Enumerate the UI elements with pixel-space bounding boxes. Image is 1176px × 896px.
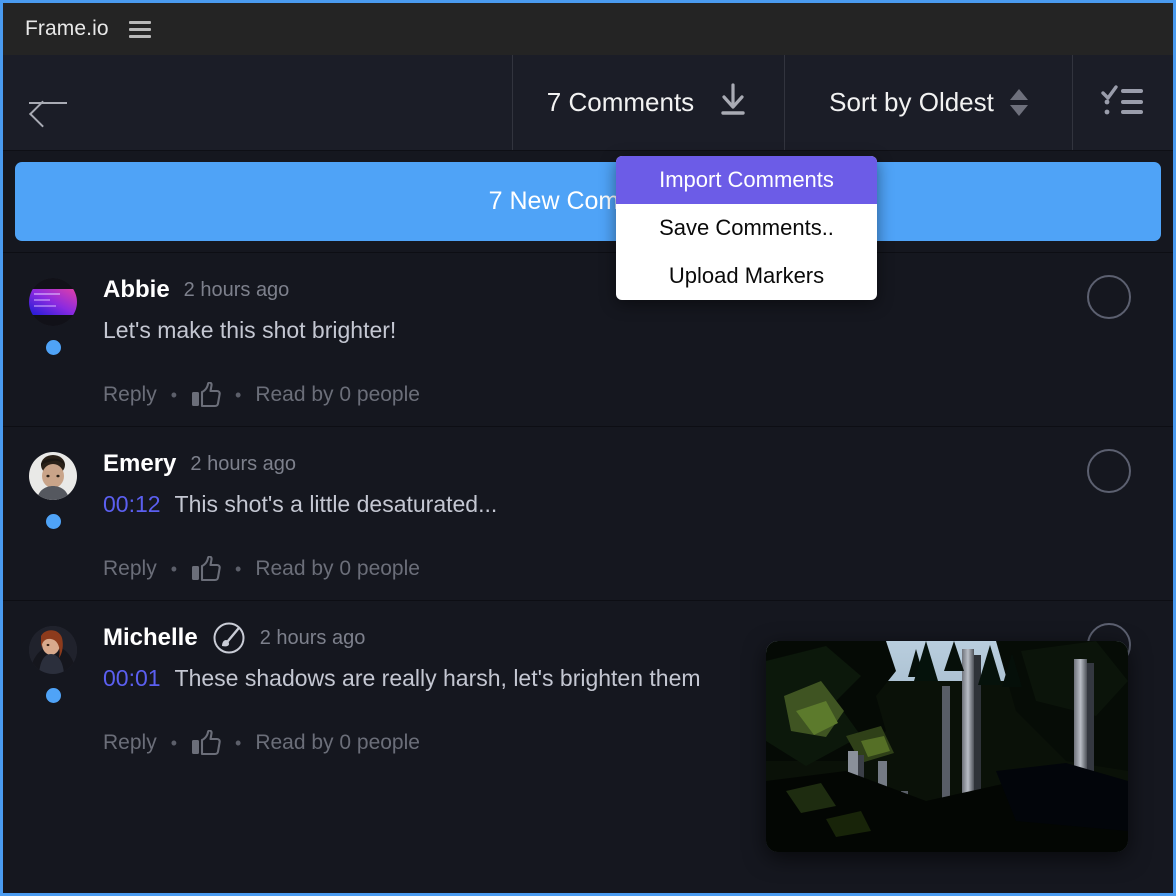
- read-by-label: Read by 0 people: [255, 383, 420, 406]
- comment-gutter: [3, 623, 103, 756]
- hamburger-icon[interactable]: [128, 20, 151, 38]
- comments-toolbar: 7 Comments Sort by Oldest: [3, 55, 1173, 151]
- thumbs-up-icon[interactable]: [191, 382, 221, 408]
- avatar[interactable]: [29, 278, 77, 326]
- avatar[interactable]: [29, 626, 77, 674]
- action-separator: •: [170, 732, 178, 753]
- action-separator-2: •: [235, 732, 242, 753]
- chevron-updown-icon[interactable]: [1009, 89, 1028, 116]
- comment-author: Abbie: [103, 276, 170, 303]
- sort-label: Sort by Oldest: [829, 87, 994, 117]
- sort-control[interactable]: Sort by Oldest: [785, 55, 1073, 150]
- comment-text-line: 00:12 This shot's a little desaturated..…: [103, 491, 1063, 518]
- comments-count-group: 7 Comments: [513, 55, 785, 150]
- title-bar: Frame.io: [3, 3, 1173, 55]
- comment-checkbox[interactable]: [1087, 275, 1131, 319]
- comments-count-label: 7 Comments: [546, 87, 695, 117]
- back-button[interactable]: [3, 55, 95, 150]
- avatar[interactable]: [29, 452, 77, 500]
- action-separator: •: [170, 558, 178, 579]
- comment-author: Emery: [103, 450, 177, 477]
- checklist-button[interactable]: [1073, 55, 1173, 150]
- comment-timecode[interactable]: 00:12: [103, 491, 161, 517]
- comment-item: Emery 2 hours ago 00:12 This shot's a li…: [3, 426, 1173, 600]
- frameio-comments-window: Frame.io 7 Comments Sort by Oldest 7 New…: [0, 0, 1176, 896]
- checklist-icon: [1101, 83, 1145, 122]
- comment-text: This shot's a little desaturated...: [174, 491, 498, 517]
- menu-item-save-comments[interactable]: Save Comments..: [616, 204, 877, 252]
- import-dropdown-menu: Import Comments Save Comments.. Upload M…: [616, 156, 877, 300]
- unread-indicator: [45, 688, 61, 703]
- action-separator: •: [170, 384, 178, 405]
- unread-indicator: [45, 340, 61, 355]
- reply-button[interactable]: Reply: [103, 383, 157, 407]
- new-comments-banner-wrap: 7 New Comments: [3, 151, 1173, 241]
- reply-button[interactable]: Reply: [103, 557, 157, 581]
- thumbs-up-icon[interactable]: [191, 730, 221, 756]
- menu-item-import-comments[interactable]: Import Comments: [616, 156, 877, 204]
- comment-gutter: [3, 275, 103, 408]
- thumbs-up-icon[interactable]: [191, 556, 221, 582]
- comment-actions: Reply • • Read by 0 people: [103, 382, 1063, 408]
- arrow-left-icon: [29, 90, 69, 116]
- read-by-label: Read by 0 people: [255, 731, 420, 754]
- download-icon[interactable]: [716, 81, 750, 124]
- comment-time: 2 hours ago: [190, 452, 297, 475]
- comment-actions: Reply • • Read by 0 people: [103, 556, 1063, 582]
- comment-text: These shadows are really harsh, let's br…: [174, 665, 701, 691]
- comment-time: 2 hours ago: [183, 278, 290, 301]
- comment-checkbox[interactable]: [1087, 449, 1131, 493]
- toolbar-spacer: [95, 55, 513, 150]
- brush-annotation-icon: [212, 621, 246, 655]
- comment-body: Emery 2 hours ago 00:12 This shot's a li…: [103, 449, 1173, 582]
- app-brand: Frame.io: [25, 17, 109, 40]
- new-comments-banner[interactable]: 7 New Comments: [15, 162, 1161, 241]
- comment-text-line: Let's make this shot brighter!: [103, 317, 1063, 344]
- action-separator-2: •: [235, 384, 242, 405]
- forest-frame-thumbnail[interactable]: [766, 641, 1128, 852]
- comment-text: Let's make this shot brighter!: [103, 317, 397, 343]
- unread-indicator: [45, 514, 61, 529]
- menu-item-upload-markers[interactable]: Upload Markers: [616, 252, 877, 300]
- comment-author: Michelle: [103, 624, 198, 651]
- comment-item: Abbie 2 hours ago Let's make this shot b…: [3, 252, 1173, 426]
- reply-button[interactable]: Reply: [103, 731, 157, 755]
- action-separator-2: •: [235, 558, 242, 579]
- comment-gutter: [3, 449, 103, 582]
- comment-timecode[interactable]: 00:01: [103, 665, 161, 691]
- read-by-label: Read by 0 people: [255, 557, 420, 580]
- comment-time: 2 hours ago: [259, 626, 366, 649]
